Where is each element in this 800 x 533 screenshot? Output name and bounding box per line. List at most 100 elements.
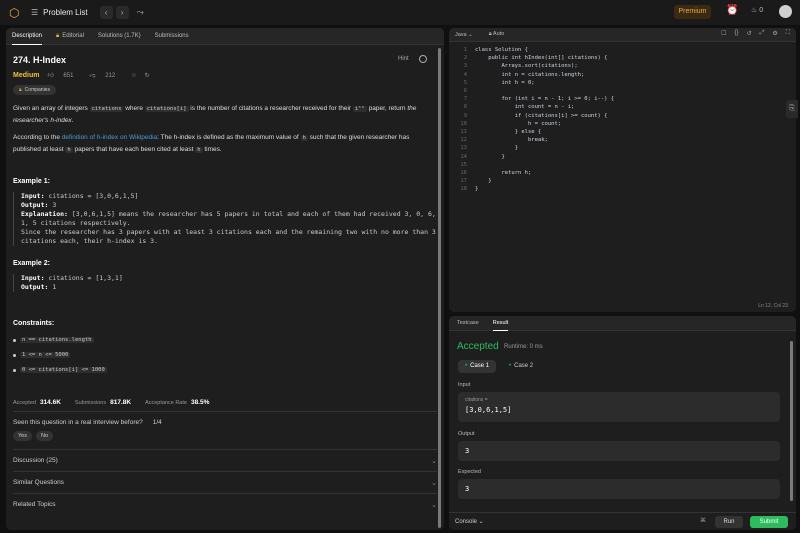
mode-value: Auto: [492, 31, 505, 37]
console-toggle[interactable]: Console ⌄: [455, 518, 484, 525]
companies-chip[interactable]: 🔒︎ Companies: [13, 85, 56, 95]
related-topics-accordion[interactable]: Related Topics ⌄: [13, 493, 437, 515]
example-1-heading: Example 1:: [13, 178, 50, 185]
example-input: citations = [3,0,6,1,5]: [44, 192, 139, 200]
input-label: Input: [458, 382, 471, 388]
tab-description[interactable]: Description: [12, 28, 43, 45]
settings-icon[interactable]: ⚙: [772, 30, 777, 37]
inline-code: h: [195, 147, 203, 153]
example-output: 1: [48, 283, 57, 291]
companies-label: Companies: [24, 87, 50, 93]
premium-button[interactable]: Premium: [674, 5, 711, 19]
line-number: 8: [463, 104, 467, 111]
constraint-code: n == citations.length: [20, 337, 94, 343]
top-bar: ⬡ ☰ Problem List ‹ › ⤳ Premium ⏰ ♨ 0: [0, 0, 800, 25]
line-number: 9: [463, 112, 467, 119]
like-button[interactable]: 👍︎ 651: [47, 71, 81, 79]
chevron-down-icon: ⌄: [431, 457, 437, 465]
submit-button[interactable]: Submit: [750, 516, 788, 528]
tab-solutions[interactable]: Solutions (1.7K): [98, 28, 141, 45]
submissions-value: 817.8K: [110, 399, 132, 406]
stats-row: Accepted 314.6K Submissions 817.8K Accepta…: [13, 399, 437, 406]
result-scrollbar[interactable]: [790, 341, 793, 501]
console-label: Console: [455, 519, 478, 525]
result-footer: Console ⌄ ⌘ Run Submit: [449, 512, 796, 530]
input-value: [3,0,6,1,5]: [465, 406, 512, 414]
code-line: Arrays.sort(citations);: [475, 63, 578, 70]
code-line: int n = citations.length;: [475, 71, 585, 78]
problem-meta: Medium 👍︎ 651 👎︎ 212 ☆ ↻: [13, 71, 437, 80]
fullscreen-icon[interactable]: ⛶: [786, 30, 790, 37]
code-line: int h = 0;: [475, 79, 535, 86]
code-line: int count = n - i;: [475, 104, 575, 111]
code-line: h = count;: [475, 120, 562, 127]
interview-count: 1/4: [152, 419, 162, 426]
list-icon: ☰: [31, 8, 39, 17]
problem-list-label: Problem List: [43, 8, 88, 17]
code-line: return h;: [475, 170, 532, 176]
thumbs-up-icon: 👍︎: [47, 73, 54, 79]
constraint-item: 0 <= citations[i] <= 1000: [13, 367, 437, 373]
description-scrollbar[interactable]: [438, 48, 441, 528]
example-2-heading: Example 2:: [13, 260, 50, 267]
acceptance-rate-value: 38.5%: [190, 399, 210, 406]
similar-questions-accordion[interactable]: Similar Questions ⌄: [13, 471, 437, 493]
expand-icon[interactable]: ⤢: [760, 30, 765, 37]
bookmark-icon[interactable]: ☐: [721, 30, 726, 37]
example-2-box: Input: citations = [1,3,1] Output: 1: [13, 274, 437, 292]
check-icon: •: [509, 363, 512, 369]
notes-side-tab[interactable]: ⎘: [786, 100, 798, 118]
shuffle-icon[interactable]: ⤳: [137, 7, 144, 18]
line-number: 7: [463, 96, 467, 103]
inline-code: citations[i]: [144, 106, 189, 112]
example-input: citations = [1,3,1]: [44, 274, 123, 282]
inline-code: citations: [89, 106, 124, 112]
code-line: for (int i = n - 1; i >= 0; i--) {: [475, 96, 615, 103]
result-tabs: Testcase Result: [449, 316, 796, 331]
logo-icon[interactable]: ⬡: [9, 6, 23, 20]
code-line: break;: [475, 137, 548, 144]
hint-button[interactable]: Hint: [398, 56, 409, 62]
check-icon: •: [465, 363, 468, 369]
terminal-icon[interactable]: ⌘: [700, 517, 706, 524]
tab-testcase[interactable]: Testcase: [457, 316, 479, 331]
mode-select[interactable]: 🔒︎ Auto: [489, 31, 504, 38]
run-button[interactable]: Run: [715, 516, 743, 528]
next-problem-button[interactable]: ›: [115, 6, 129, 19]
difficulty-badge: Medium: [13, 71, 40, 79]
line-number: 17: [460, 178, 467, 185]
desc-text: where: [123, 105, 145, 112]
description-panel: Description 🔒︎ Editorial Solutions (1.7K)…: [6, 28, 444, 530]
constraint-code: 1 <= n <= 5000: [20, 352, 71, 358]
interview-question-text: Seen this question in a real interview b…: [13, 419, 143, 426]
desc-text: papers that have each been cited at leas…: [72, 146, 196, 153]
prev-problem-button[interactable]: ‹: [99, 6, 113, 19]
explanation-label: Explanation:: [21, 210, 68, 218]
star-icon[interactable]: ☆: [131, 72, 136, 79]
avatar[interactable]: [779, 5, 792, 18]
problem-list-link[interactable]: ☰ Problem List: [31, 8, 88, 17]
braces-icon[interactable]: {}: [735, 30, 739, 37]
problem-title: 274. H-Index: [13, 55, 67, 65]
info-icon[interactable]: [419, 55, 427, 63]
wikipedia-link[interactable]: definition of h-index on Wikipedia: [62, 134, 157, 141]
tab-submissions[interactable]: Submissions: [155, 28, 189, 45]
input-variable: citations =: [465, 397, 488, 403]
desc-text: Given an array of integers: [13, 105, 90, 112]
no-button[interactable]: No: [35, 431, 54, 441]
reset-icon[interactable]: ↺: [747, 30, 752, 37]
share-icon[interactable]: ↻: [145, 72, 150, 79]
language-select[interactable]: Java ⌄: [455, 32, 473, 38]
tab-result[interactable]: Result: [492, 316, 509, 331]
code-line: public int hIndex(int[] citations) {: [475, 55, 608, 62]
yes-button[interactable]: Yes: [13, 431, 32, 441]
tab-editorial[interactable]: 🔒︎ Editorial: [56, 28, 84, 45]
dislike-button[interactable]: 👎︎ 212: [89, 71, 123, 79]
inline-code: iᵗʰ: [352, 106, 367, 112]
case-1-tab[interactable]: • Case 1: [458, 360, 497, 373]
line-number: 2: [463, 55, 467, 62]
alarm-clock-icon[interactable]: ⏰: [726, 5, 738, 16]
discussion-accordion[interactable]: Discussion (25) ⌄: [13, 449, 437, 471]
case-2-tab[interactable]: • Case 2: [502, 360, 540, 373]
streak-counter[interactable]: ♨ 0: [751, 6, 763, 14]
